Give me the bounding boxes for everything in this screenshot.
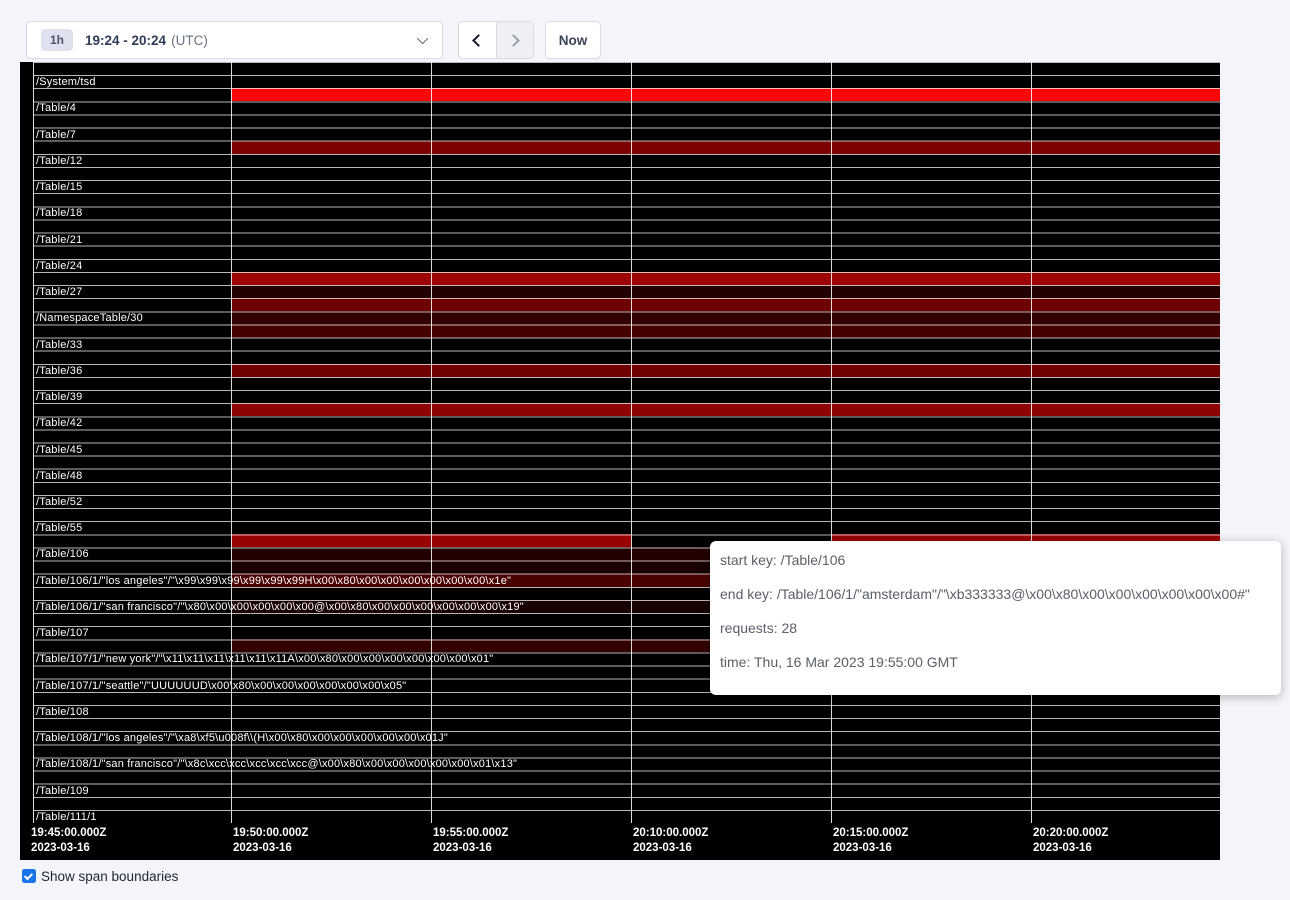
time-range-dropdown[interactable]: 1h 19:24 - 20:24 (UTC): [26, 21, 443, 59]
row-label: /Table/4: [36, 101, 76, 114]
time-range-timezone: (UTC): [171, 33, 208, 48]
x-axis-tick: 20:20:00.000Z2023-03-16: [1033, 826, 1108, 856]
now-button[interactable]: Now: [545, 21, 601, 59]
row-label: /Table/111/1: [36, 810, 97, 823]
x-axis-tick: 19:50:00.000Z2023-03-16: [233, 826, 308, 856]
key-visualizer-page: 1h 19:24 - 20:24 (UTC) Now /System/tsd/T…: [0, 0, 1290, 900]
tick-time: 19:55:00.000Z: [433, 826, 508, 841]
time-preset-badge: 1h: [41, 29, 73, 51]
show-span-boundaries-label: Show span boundaries: [41, 869, 178, 884]
time-gridline: [631, 62, 632, 823]
row-label: /Table/107: [36, 626, 89, 639]
row-label: /Table/108/1/"san francisco"/"\x8c\xcc\x…: [36, 757, 517, 770]
row-label: /Table/45: [36, 443, 82, 456]
tick-date: 2023-03-16: [31, 841, 106, 856]
time-gridline: [1031, 62, 1032, 823]
time-gridline: [33, 62, 34, 823]
prev-range-button[interactable]: [459, 22, 496, 58]
span-tooltip: start key: /Table/106 end key: /Table/10…: [710, 541, 1281, 695]
time-toolbar: 1h 19:24 - 20:24 (UTC) Now: [0, 0, 1290, 62]
x-axis: 19:45:00.000Z2023-03-1619:50:00.000Z2023…: [20, 823, 1220, 860]
checkmark-icon: [24, 871, 33, 880]
show-span-boundaries-checkbox[interactable]: [22, 869, 36, 883]
row-label: /Table/106: [36, 547, 89, 560]
row-label: /Table/106/1/"san francisco"/"\x80\x00\x…: [36, 600, 524, 613]
row-label: /Table/27: [36, 285, 82, 298]
row-label: /Table/33: [36, 338, 82, 351]
tooltip-time: time: Thu, 16 Mar 2023 19:55:00 GMT: [720, 645, 1281, 679]
row-label: /Table/42: [36, 416, 82, 429]
row-label: /Table/107/1/"new york"/"\x11\x11\x11\x1…: [36, 652, 493, 665]
row-label: /Table/21: [36, 233, 82, 246]
x-axis-tick: 19:45:00.000Z2023-03-16: [31, 826, 106, 856]
tick-time: 20:10:00.000Z: [633, 826, 708, 841]
tick-date: 2023-03-16: [233, 841, 308, 856]
row-label: /Table/24: [36, 259, 82, 272]
row-label: /Table/52: [36, 495, 82, 508]
chevron-right-icon: [507, 34, 520, 47]
row-label: /Table/108: [36, 705, 89, 718]
x-axis-tick: 20:10:00.000Z2023-03-16: [633, 826, 708, 856]
row-label: /Table/12: [36, 154, 82, 167]
tick-time: 20:20:00.000Z: [1033, 826, 1108, 841]
tick-time: 19:50:00.000Z: [233, 826, 308, 841]
tooltip-start-key: start key: /Table/106: [720, 543, 1281, 577]
tick-date: 2023-03-16: [633, 841, 708, 856]
tooltip-end-key: end key: /Table/106/1/"amsterdam"/"\xb33…: [720, 577, 1281, 611]
key-visualizer-canvas[interactable]: /System/tsd/Table/4/Table/7/Table/12/Tab…: [20, 62, 1220, 823]
row-label: /Table/109: [36, 784, 89, 797]
row-label: /NamespaceTable/30: [36, 311, 143, 324]
footer-controls: Show span boundaries: [22, 866, 178, 886]
row-label: /Table/39: [36, 390, 82, 403]
row-label: /Table/36: [36, 364, 82, 377]
row-label: /Table/55: [36, 521, 82, 534]
range-nav-buttons: [458, 21, 534, 59]
chevron-down-icon: [417, 33, 428, 44]
row-label: /Table/18: [36, 206, 82, 219]
row-label: /System/tsd: [36, 75, 96, 88]
next-range-button[interactable]: [496, 22, 533, 58]
time-gridline: [431, 62, 432, 823]
chevron-left-icon: [473, 34, 486, 47]
row-label: /Table/48: [36, 469, 82, 482]
row-label: /Table/108/1/"los angeles"/"\xa8\xf5\u00…: [36, 731, 448, 744]
key-visualizer: /System/tsd/Table/4/Table/7/Table/12/Tab…: [20, 62, 1220, 860]
span-boundary-lines: [33, 62, 1220, 823]
time-gridline: [231, 62, 232, 823]
row-label: /Table/106/1/"los angeles"/"\x99\x99\x99…: [36, 574, 511, 587]
tick-date: 2023-03-16: [1033, 841, 1108, 856]
row-label: /Table/15: [36, 180, 82, 193]
time-gridline: [831, 62, 832, 823]
tick-date: 2023-03-16: [833, 841, 908, 856]
tooltip-requests: requests: 28: [720, 611, 1281, 645]
tick-date: 2023-03-16: [433, 841, 508, 856]
row-label: /Table/107/1/"seattle"/"UUUUUUD\x00\x80\…: [36, 679, 406, 692]
tick-time: 19:45:00.000Z: [31, 826, 106, 841]
time-range-text: 19:24 - 20:24: [85, 33, 166, 48]
x-axis-tick: 19:55:00.000Z2023-03-16: [433, 826, 508, 856]
x-axis-tick: 20:15:00.000Z2023-03-16: [833, 826, 908, 856]
tick-time: 20:15:00.000Z: [833, 826, 908, 841]
row-label: /Table/7: [36, 128, 76, 141]
